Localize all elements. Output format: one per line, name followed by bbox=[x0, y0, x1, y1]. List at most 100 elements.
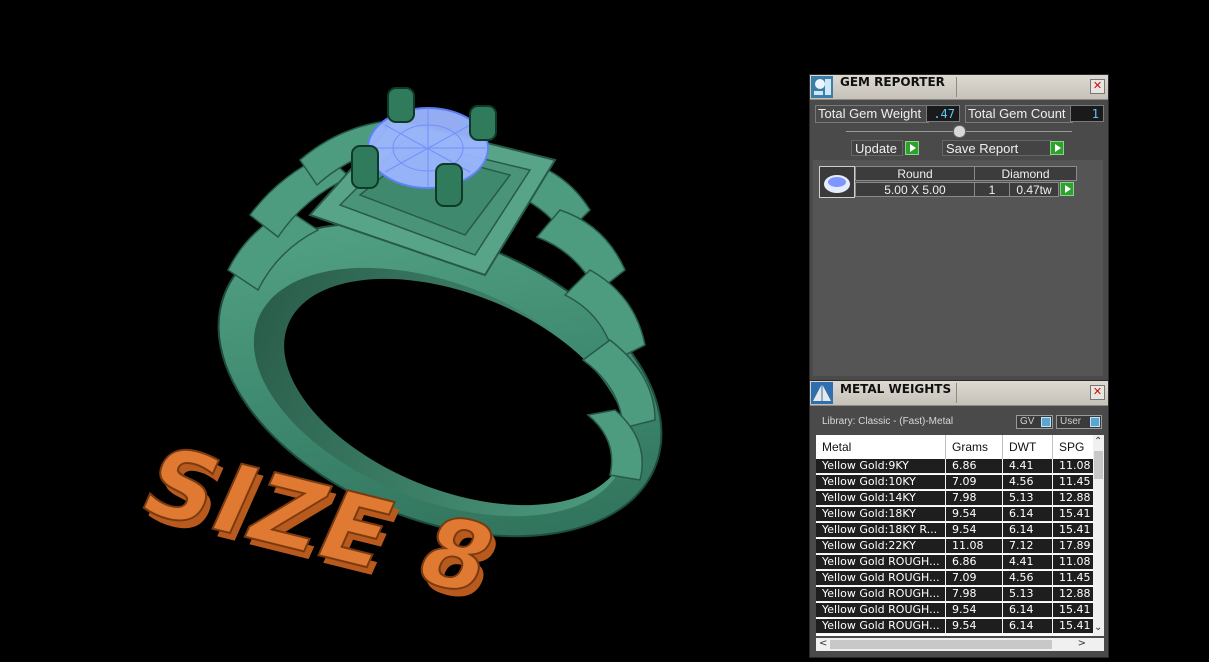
cell-metal: Yellow Gold:18KY R... bbox=[816, 523, 946, 538]
cell-grams: 11.08 bbox=[946, 539, 1003, 554]
cell-grams: 9.54 bbox=[946, 619, 1003, 634]
cell-spg: 11.45 bbox=[1053, 475, 1098, 490]
update-play-icon[interactable] bbox=[905, 141, 919, 155]
table-header: Metal Grams DWT SPG bbox=[816, 435, 1094, 459]
cell-spg: 15.41 bbox=[1053, 603, 1098, 618]
gem-weight: 0.47tw bbox=[1009, 182, 1059, 197]
metal-weights-close-button[interactable]: ✕ bbox=[1090, 385, 1105, 400]
h-scroll-thumb[interactable] bbox=[830, 640, 1052, 649]
table-row[interactable]: Yellow Gold:18KY R... 9.54 6.14 15.41 bbox=[816, 523, 1098, 538]
table-row[interactable]: Yellow Gold:22KY 11.08 7.12 17.89 bbox=[816, 539, 1098, 554]
cell-dwt: 6.14 bbox=[1003, 507, 1053, 522]
gem-size: 5.00 X 5.00 bbox=[855, 182, 975, 197]
cell-spg: 11.08 bbox=[1053, 555, 1098, 570]
gem-reporter-titlebar[interactable]: GEM REPORTER ✕ bbox=[810, 75, 1108, 100]
col-header-spg[interactable]: SPG bbox=[1053, 435, 1098, 459]
cell-spg: 11.08 bbox=[1053, 459, 1098, 474]
col-header-dwt[interactable]: DWT bbox=[1003, 435, 1053, 459]
horizontal-scrollbar[interactable]: < > bbox=[816, 638, 1104, 651]
scroll-up-icon[interactable]: ⌃ bbox=[1094, 437, 1102, 447]
3d-viewport[interactable]: SIZE 8 SIZE 8 bbox=[0, 0, 808, 658]
user-toggle[interactable]: User bbox=[1056, 415, 1102, 429]
save-report-play-icon[interactable] bbox=[1050, 141, 1064, 155]
cell-dwt: 6.14 bbox=[1003, 603, 1053, 618]
title-separator bbox=[956, 77, 957, 97]
scroll-right-icon[interactable]: > bbox=[1078, 639, 1086, 649]
table-row[interactable]: Yellow Gold ROUGH... 7.98 5.13 12.88 bbox=[816, 587, 1098, 602]
cell-metal: Yellow Gold:22KY bbox=[816, 539, 946, 554]
cell-grams: 9.54 bbox=[946, 523, 1003, 538]
col-header-metal[interactable]: Metal bbox=[816, 435, 946, 459]
cell-spg: 15.41 bbox=[1053, 523, 1098, 538]
total-gem-count-field[interactable]: 1 bbox=[1070, 105, 1104, 122]
scroll-down-icon[interactable]: ⌄ bbox=[1094, 623, 1102, 633]
user-label: User bbox=[1060, 416, 1082, 427]
table-row[interactable]: Yellow Gold:14KY 7.98 5.13 12.88 bbox=[816, 491, 1098, 506]
cell-dwt: 4.56 bbox=[1003, 571, 1053, 586]
total-gem-weight-field[interactable]: .47 bbox=[926, 105, 960, 122]
scroll-left-icon[interactable]: < bbox=[819, 639, 827, 649]
gem-reporter-close-button[interactable]: ✕ bbox=[1090, 79, 1105, 94]
library-label: Library: Classic - (Fast)-Metal bbox=[822, 416, 954, 427]
cell-grams: 6.86 bbox=[946, 459, 1003, 474]
round-gem-icon bbox=[824, 175, 850, 193]
cell-grams: 9.54 bbox=[946, 603, 1003, 618]
cell-spg: 11.45 bbox=[1053, 571, 1098, 586]
gem-thumbnail[interactable] bbox=[819, 166, 855, 198]
cell-spg: 15.41 bbox=[1053, 507, 1098, 522]
cell-metal: Yellow Gold:10KY bbox=[816, 475, 946, 490]
metal-weights-table: Metal Grams DWT SPG Yellow Gold:9KY 6.86 4… bbox=[816, 435, 1104, 636]
table-row[interactable]: Yellow Gold ROUGH... 9.54 6.14 15.41 bbox=[816, 619, 1098, 634]
total-gem-weight-label: Total Gem Weight bbox=[815, 105, 929, 123]
metal-weights-titlebar[interactable]: METAL WEIGHTS ✕ bbox=[810, 381, 1108, 406]
metal-weights-panel: METAL WEIGHTS ✕ Library: Classic - (Fast… bbox=[809, 380, 1109, 658]
gem-type: Diamond bbox=[974, 166, 1077, 181]
table-row[interactable]: Yellow Gold:9KY 6.86 4.41 11.08 bbox=[816, 459, 1098, 474]
table-row[interactable]: Yellow Gold:10KY 7.09 4.56 11.45 bbox=[816, 475, 1098, 490]
total-gem-count-label: Total Gem Count bbox=[965, 105, 1073, 123]
cell-metal: Yellow Gold:9KY bbox=[816, 459, 946, 474]
slider-handle[interactable] bbox=[953, 125, 966, 138]
cell-grams: 7.09 bbox=[946, 571, 1003, 586]
cell-metal: Yellow Gold:14KY bbox=[816, 491, 946, 506]
save-report-button[interactable]: Save Report bbox=[942, 140, 1052, 156]
cell-dwt: 7.12 bbox=[1003, 539, 1053, 554]
metal-weights-icon bbox=[811, 382, 833, 404]
gv-label: GV bbox=[1020, 416, 1035, 427]
cell-grams: 7.98 bbox=[946, 491, 1003, 506]
table-row[interactable]: Yellow Gold ROUGH... 6.86 4.41 11.08 bbox=[816, 555, 1098, 570]
gem-list: Round Diamond 5.00 X 5.00 1 0.47tw bbox=[813, 160, 1103, 376]
cell-metal: Yellow Gold ROUGH... bbox=[816, 555, 946, 570]
gem-reporter-panel: GEM REPORTER ✕ Total Gem Weight .47 Tota… bbox=[809, 74, 1109, 382]
cell-spg: 15.41 bbox=[1053, 619, 1098, 634]
metal-weights-title: METAL WEIGHTS bbox=[840, 382, 952, 396]
scroll-thumb[interactable] bbox=[1094, 451, 1103, 479]
col-header-grams[interactable]: Grams bbox=[946, 435, 1003, 459]
gem-reporter-title: GEM REPORTER bbox=[840, 75, 945, 89]
update-button[interactable]: Update bbox=[851, 140, 903, 156]
gem-row-play-icon[interactable] bbox=[1060, 182, 1074, 196]
cell-grams: 7.98 bbox=[946, 587, 1003, 602]
table-row[interactable]: Yellow Gold ROUGH... 9.54 6.14 15.41 bbox=[816, 603, 1098, 618]
table-row[interactable]: Yellow Gold:18KY 9.54 6.14 15.41 bbox=[816, 507, 1098, 522]
ring-model: SIZE 8 SIZE 8 bbox=[125, 87, 663, 623]
cell-metal: Yellow Gold ROUGH... bbox=[816, 619, 946, 634]
table-row[interactable]: Yellow Gold ROUGH... 7.09 4.56 11.45 bbox=[816, 571, 1098, 586]
cell-grams: 7.09 bbox=[946, 475, 1003, 490]
gv-toggle[interactable]: GV bbox=[1016, 415, 1053, 429]
cell-metal: Yellow Gold ROUGH... bbox=[816, 587, 946, 602]
vertical-scrollbar[interactable]: ⌃ ⌄ bbox=[1093, 435, 1104, 636]
cell-metal: Yellow Gold ROUGH... bbox=[816, 603, 946, 618]
cell-dwt: 4.41 bbox=[1003, 459, 1053, 474]
cell-dwt: 5.13 bbox=[1003, 587, 1053, 602]
cell-dwt: 6.14 bbox=[1003, 619, 1053, 634]
cell-dwt: 6.14 bbox=[1003, 523, 1053, 538]
cell-grams: 6.86 bbox=[946, 555, 1003, 570]
title-separator bbox=[956, 383, 957, 403]
gem-count: 1 bbox=[974, 182, 1010, 197]
gem-reporter-icon bbox=[811, 76, 833, 98]
cell-metal: Yellow Gold:18KY bbox=[816, 507, 946, 522]
cell-dwt: 5.13 bbox=[1003, 491, 1053, 506]
user-toggle-knob bbox=[1090, 417, 1100, 427]
cell-spg: 12.88 bbox=[1053, 587, 1098, 602]
